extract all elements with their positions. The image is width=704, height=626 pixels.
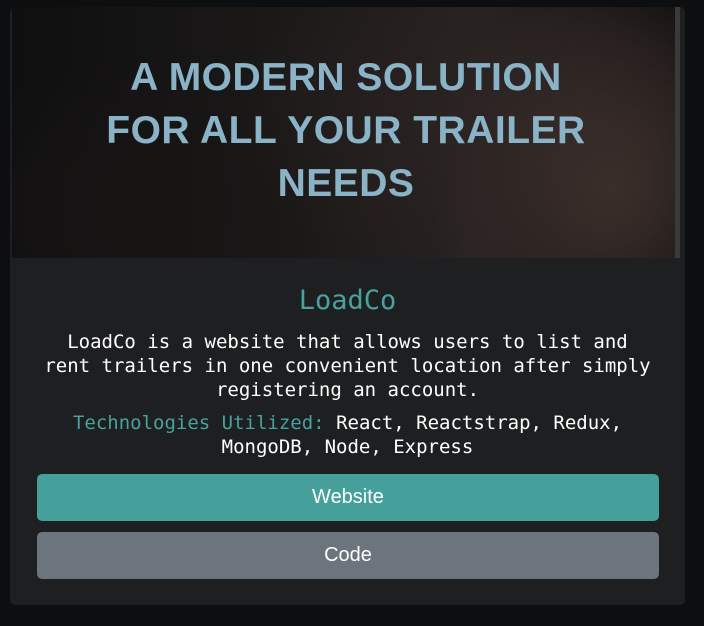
technologies-label: Technologies Utilized: — [72, 412, 325, 434]
project-hero-image: A MODERN SOLUTION FOR ALL YOUR TRAILER N… — [12, 7, 680, 258]
project-description: LoadCo is a website that allows users to… — [44, 331, 651, 401]
project-card: A MODERN SOLUTION FOR ALL YOUR TRAILER N… — [10, 7, 685, 605]
hero-edge — [675, 7, 680, 258]
technologies-text: Technologies Utilized: React, Reactstrap… — [40, 411, 655, 459]
code-button[interactable]: Code — [37, 532, 659, 579]
website-button[interactable]: Website — [37, 474, 659, 521]
hero-line-3: NEEDS — [277, 162, 415, 205]
hero-line-2: FOR ALL YOUR TRAILER — [106, 109, 586, 152]
hero-line-1: A MODERN SOLUTION — [130, 56, 562, 99]
project-title: LoadCo — [298, 285, 397, 316]
hero-headline: A MODERN SOLUTION FOR ALL YOUR TRAILER N… — [12, 51, 680, 210]
